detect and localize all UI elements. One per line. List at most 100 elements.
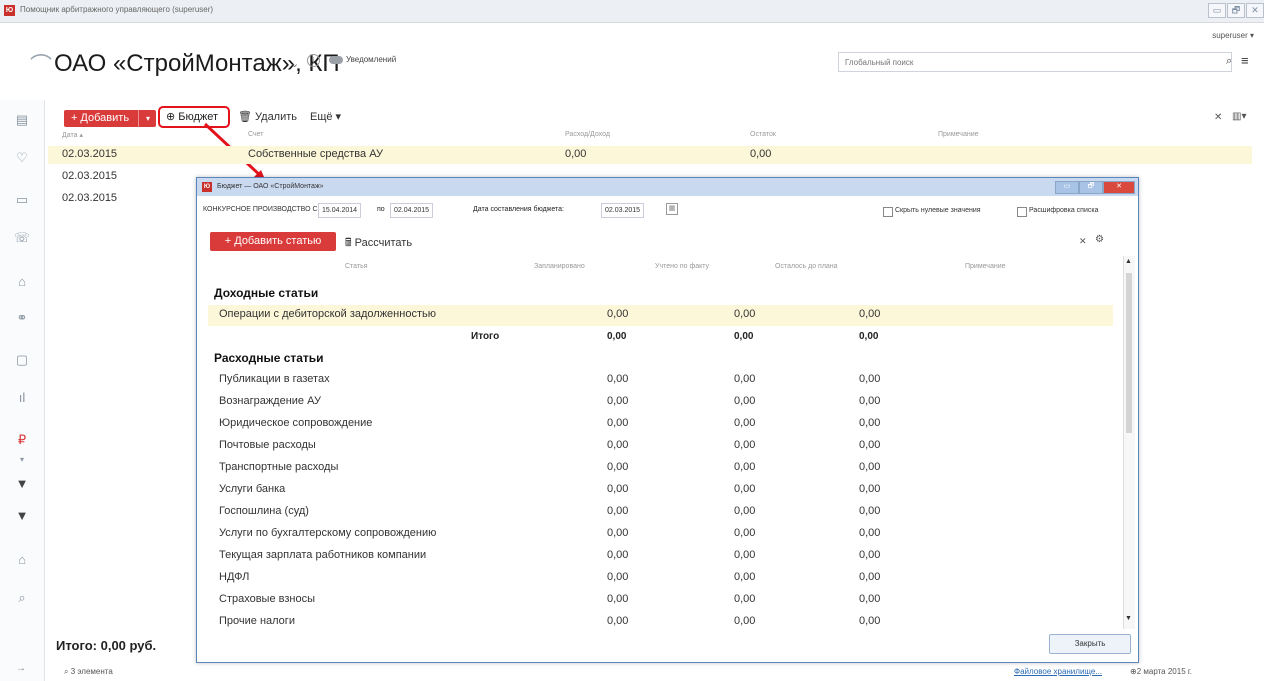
footer-date: ⊕2 марта 2015 г. bbox=[1130, 667, 1193, 676]
row-date[interactable]: 02.03.2015 bbox=[62, 192, 117, 204]
add-button[interactable]: + Добавить ▾ bbox=[64, 110, 156, 127]
info-icon[interactable]: i bbox=[307, 54, 320, 67]
card-icon[interactable]: ▭ bbox=[12, 190, 32, 210]
col-header-actual[interactable]: Учтено по факту bbox=[655, 263, 709, 270]
col-header-amount[interactable]: Расход/Доход bbox=[565, 131, 610, 138]
row-amount: 0,00 bbox=[565, 148, 587, 160]
expand-list-checkbox[interactable] bbox=[1017, 207, 1027, 217]
link-icon[interactable]: ⚭ bbox=[12, 308, 32, 328]
global-search-input[interactable] bbox=[838, 52, 1232, 72]
compile-date-label: Дата составления бюджета: bbox=[473, 206, 564, 213]
close-dialog-button[interactable]: Закрыть bbox=[1049, 634, 1131, 654]
user-menu[interactable]: superuser ▾ bbox=[1212, 31, 1254, 40]
col-header-balance[interactable]: Остаток bbox=[750, 131, 776, 138]
article-name: Текущая зарплата работников компании bbox=[219, 549, 427, 561]
article-name: Услуги банка bbox=[219, 483, 286, 495]
article-name: Прочие налоги bbox=[219, 615, 295, 627]
arrow-right-icon[interactable]: → bbox=[16, 663, 26, 674]
compile-date-field[interactable]: 02.03.2015 bbox=[601, 203, 645, 218]
hide-zero-checkbox[interactable] bbox=[883, 207, 893, 217]
home-icon[interactable]: ⌂ bbox=[12, 272, 32, 292]
dialog-close-icon[interactable]: ✕ bbox=[1103, 181, 1135, 194]
close-panel-icon[interactable]: ✕ bbox=[1079, 236, 1087, 247]
remaining-value: 0,00 bbox=[859, 571, 881, 583]
article-name: Операции с дебиторской задолженностью bbox=[219, 308, 436, 320]
remaining-value: 0,00 bbox=[859, 505, 881, 517]
actual-value: 0,00 bbox=[734, 571, 756, 583]
notifications-toggle[interactable] bbox=[329, 56, 343, 64]
close-panel-icon[interactable]: ✕ bbox=[1214, 112, 1222, 123]
to-date-field[interactable]: 02.04.2015 bbox=[390, 203, 434, 218]
planned-value: 0,00 bbox=[607, 505, 629, 517]
article-name: Страховые взносы bbox=[219, 593, 315, 605]
search-icon[interactable]: ⌕ bbox=[1226, 55, 1232, 68]
filter-icon[interactable]: ▼ bbox=[12, 474, 32, 494]
remaining-value: 0,00 bbox=[859, 439, 881, 451]
dialog-app-icon: Ю bbox=[202, 182, 212, 192]
maximize-button[interactable]: 🗗 bbox=[1227, 3, 1245, 18]
documents-icon[interactable]: ▤ bbox=[12, 110, 32, 130]
search-history-icon[interactable]: ⌕ bbox=[12, 588, 32, 608]
add-article-button[interactable]: + Добавить статью bbox=[210, 232, 336, 251]
scrollbar-thumb[interactable] bbox=[1126, 273, 1132, 433]
calendar-icon[interactable]: ▦ bbox=[666, 203, 678, 215]
phone-icon[interactable]: ☏ bbox=[12, 228, 32, 248]
minimize-button[interactable]: ▭ bbox=[1208, 3, 1226, 18]
article-name: Публикации в газетах bbox=[219, 373, 330, 385]
calculate-button[interactable]: 🖩 Рассчитать bbox=[345, 234, 412, 253]
close-window-button[interactable]: ✕ bbox=[1246, 3, 1264, 18]
col-header-note[interactable]: Примечание bbox=[965, 263, 1006, 270]
remaining-value: 0,00 bbox=[859, 417, 881, 429]
col-header-account[interactable]: Счет bbox=[248, 131, 264, 138]
heart-icon[interactable]: ♡ bbox=[12, 148, 32, 168]
dialog-maximize-button[interactable]: 🗗 bbox=[1079, 181, 1103, 194]
add-dropdown-icon[interactable]: ▾ bbox=[138, 110, 157, 127]
col-header-remaining[interactable]: Осталось до плана bbox=[775, 263, 838, 270]
remaining-value: 0,00 bbox=[859, 395, 881, 407]
planned-value: 0,00 bbox=[607, 461, 629, 473]
file-storage-link[interactable]: Файловое хранилище... bbox=[1014, 667, 1102, 676]
to-label: по bbox=[377, 206, 385, 213]
col-header-note[interactable]: Примечание bbox=[938, 131, 979, 138]
actual-value: 0,00 bbox=[734, 593, 756, 605]
dialog-minimize-button[interactable]: ▭ bbox=[1055, 181, 1079, 194]
income-section-title: Доходные статьи bbox=[214, 286, 319, 300]
ruble-icon[interactable]: ₽ bbox=[12, 430, 32, 450]
scroll-up-icon[interactable]: ▲ bbox=[1125, 258, 1132, 265]
row-date: 02.03.2015 bbox=[62, 148, 118, 160]
dialog-title: Бюджет — ОАО «СтройМонтаж» bbox=[217, 183, 324, 190]
row-date[interactable]: 02.03.2015 bbox=[62, 170, 117, 182]
remaining-value: 0,00 bbox=[859, 527, 881, 539]
menu-icon[interactable]: ≡ bbox=[1241, 53, 1249, 68]
filter-icon-2[interactable]: ▼ bbox=[12, 506, 32, 526]
actual-value: 0,00 bbox=[734, 549, 756, 561]
chevron-down-icon[interactable]: ⌄ bbox=[290, 57, 299, 70]
col-header-planned[interactable]: Запланировано bbox=[534, 263, 585, 270]
bank-icon[interactable]: ⌂ bbox=[12, 550, 32, 570]
more-button[interactable]: Ещё ▾ bbox=[310, 110, 341, 123]
remaining-value: 0,00 bbox=[859, 615, 881, 627]
remaining-value: 0,00 bbox=[859, 593, 881, 605]
article-name: Почтовые расходы bbox=[219, 439, 316, 451]
article-name: Госпошлина (суд) bbox=[219, 505, 309, 517]
gear-icon[interactable]: ⚙ bbox=[1095, 234, 1104, 245]
actual-value: 0,00 bbox=[734, 439, 756, 451]
add-button-label: + Добавить bbox=[70, 112, 130, 124]
planned-value: 0,00 bbox=[607, 549, 629, 561]
col-header-date[interactable]: Дата ▴ bbox=[62, 131, 83, 139]
remaining-value: 0,00 bbox=[859, 483, 881, 495]
scroll-down-icon[interactable]: ▼ bbox=[1125, 615, 1132, 622]
columns-icon[interactable]: ▥▾ bbox=[1232, 111, 1246, 122]
table-row[interactable] bbox=[48, 146, 1252, 164]
from-date-field[interactable]: 15.04.2014 bbox=[318, 203, 362, 218]
planned-value: 0,00 bbox=[607, 593, 629, 605]
total-planned: 0,00 bbox=[607, 331, 627, 342]
total-label: Итого bbox=[471, 331, 500, 342]
expand-chevron-icon[interactable]: ▾ bbox=[12, 450, 32, 470]
expense-section-title: Расходные статьи bbox=[214, 351, 324, 365]
company-icon: ⌒ bbox=[30, 53, 53, 78]
col-header-article[interactable]: Статья bbox=[345, 263, 368, 270]
planned-value: 0,00 bbox=[607, 483, 629, 495]
box-icon[interactable]: ▢ bbox=[12, 350, 32, 370]
stats-icon[interactable]: ıl bbox=[12, 388, 32, 408]
